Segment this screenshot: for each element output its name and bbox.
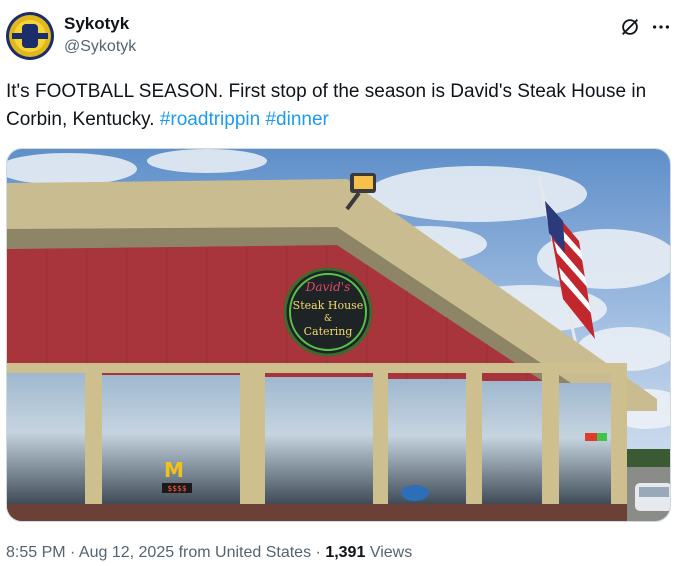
hashtag-dinner[interactable]: #dinner xyxy=(265,109,328,130)
restaurant-photo: David's Steak House & Catering M $$$$ xyxy=(7,149,670,521)
views-label: Views xyxy=(369,544,413,561)
meta-separator: · xyxy=(315,544,321,561)
grok-icon[interactable] xyxy=(619,16,641,38)
tweet-header: Sykotyk @Sykotyk xyxy=(6,10,674,66)
sign-line3: & xyxy=(324,314,332,324)
location: from United States xyxy=(178,544,312,561)
hashtag-roadtrippin[interactable]: #roadtrippin xyxy=(160,109,260,130)
author-name[interactable]: Sykotyk xyxy=(64,14,129,34)
more-icon[interactable] xyxy=(650,16,672,38)
timestamp[interactable]: 8:55 PM · Aug 12, 2025 xyxy=(6,544,174,561)
tweet-photo[interactable]: David's Steak House & Catering M $$$$ xyxy=(6,148,671,522)
tweet-meta: 8:55 PM · Aug 12, 2025 from United State… xyxy=(6,544,412,562)
mcd-price-reflection: $$$$ xyxy=(167,484,186,493)
sign-line4: Catering xyxy=(304,325,353,338)
tweet-text: It's FOOTBALL SEASON. First stop of the … xyxy=(6,78,670,134)
avatar[interactable] xyxy=(6,12,54,60)
sign-line1: David's xyxy=(305,280,351,294)
sign-line2: Steak House xyxy=(293,299,364,312)
author-handle[interactable]: @Sykotyk xyxy=(64,38,136,56)
views-count: 1,391 xyxy=(325,544,366,561)
svg-text:M: M xyxy=(164,458,184,482)
